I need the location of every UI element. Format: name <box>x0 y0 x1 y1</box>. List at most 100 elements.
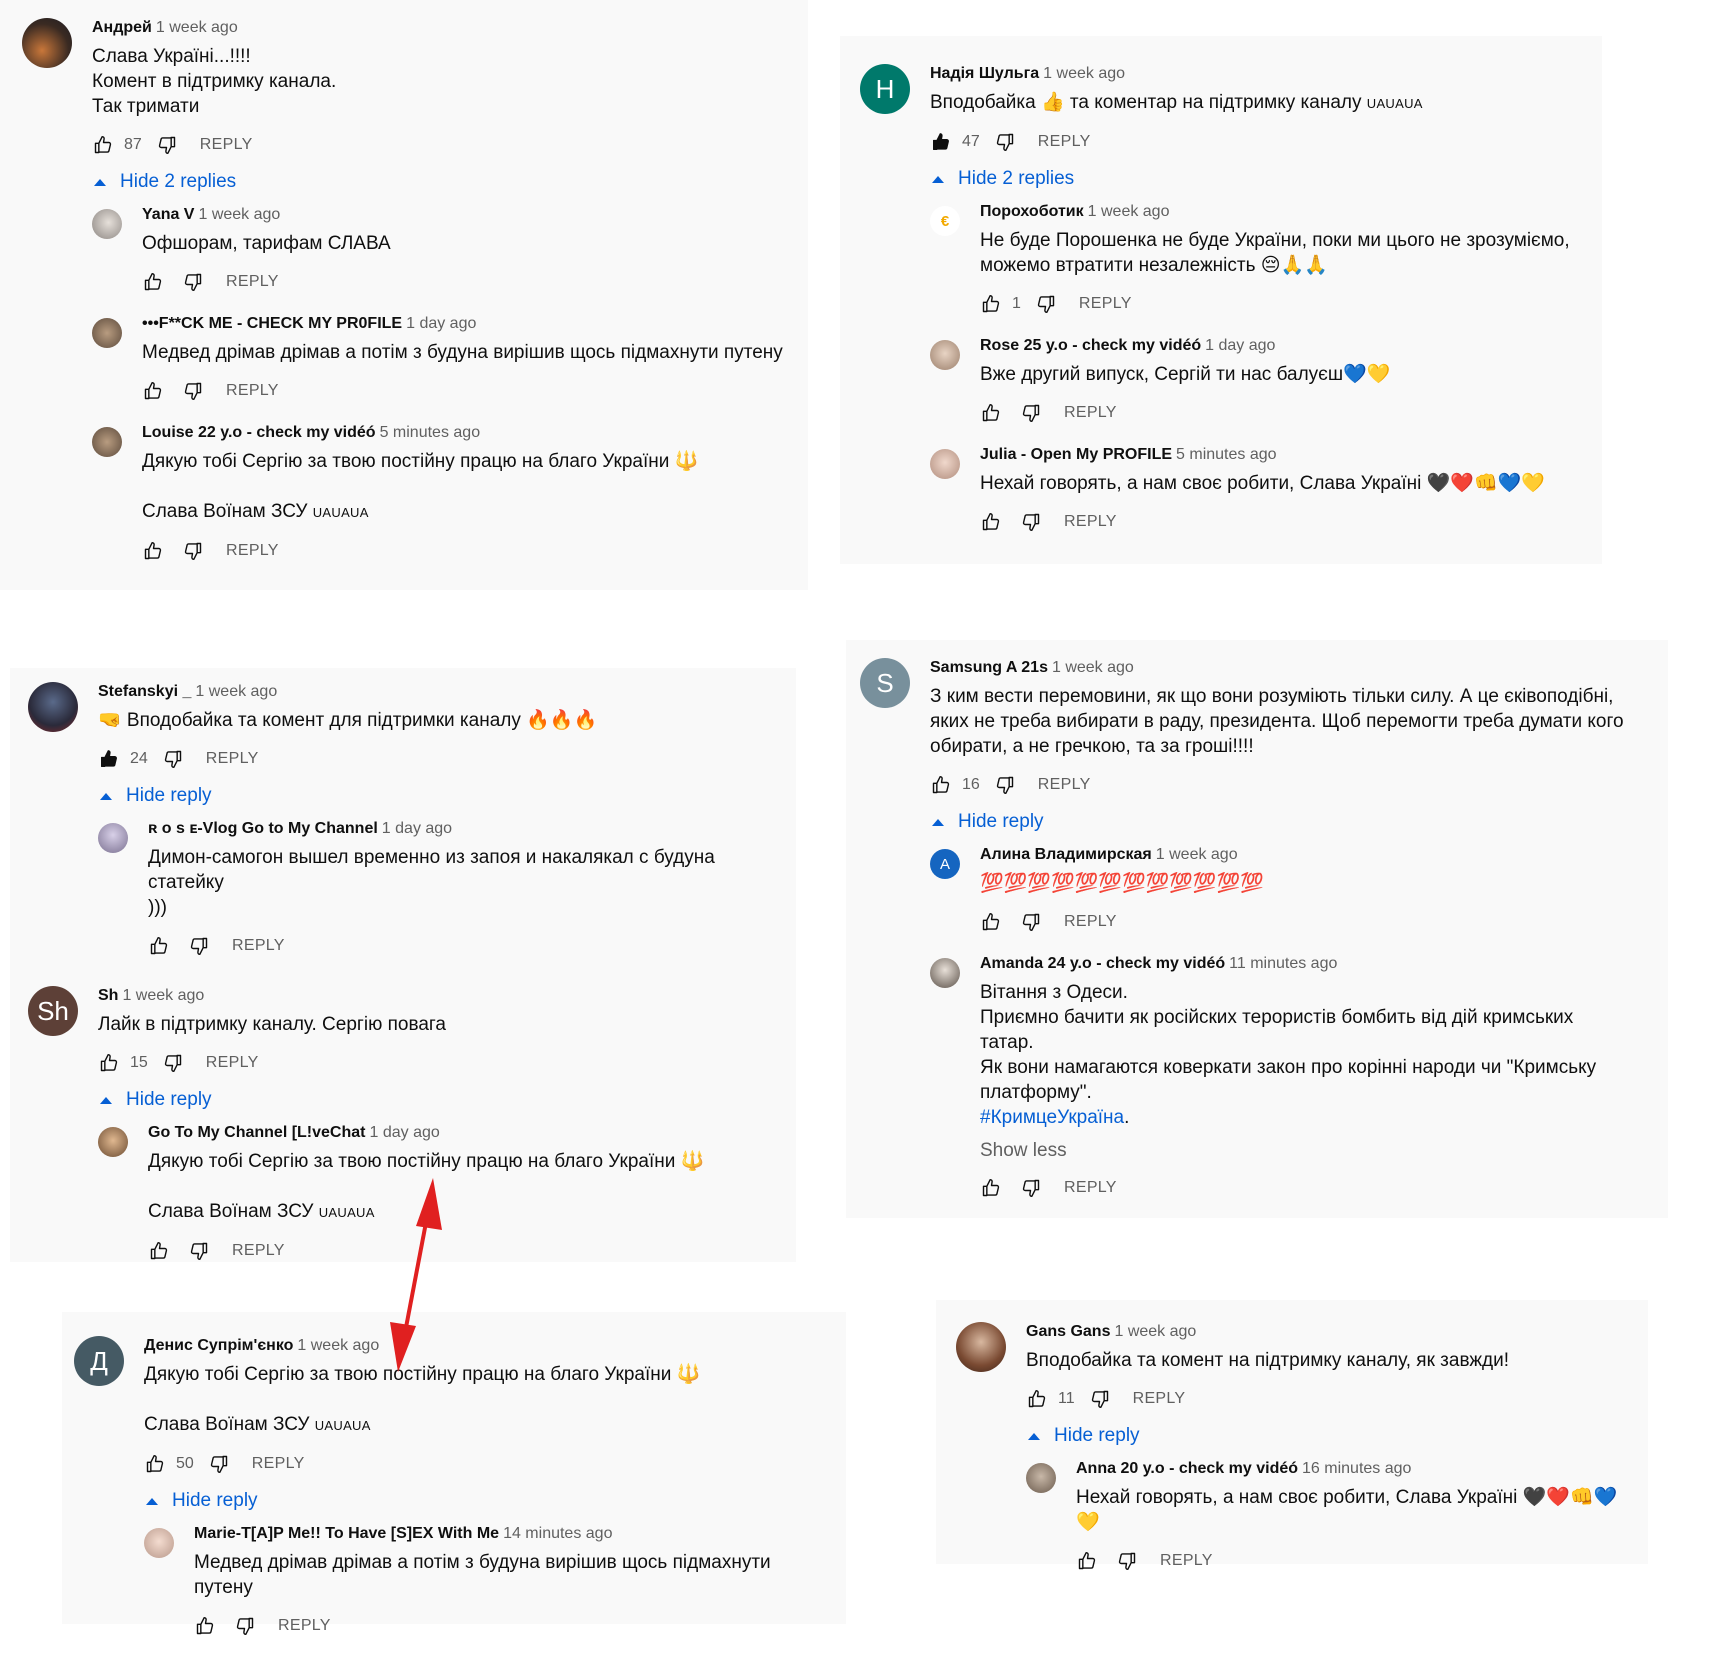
reply-button[interactable]: REPLY <box>278 1617 331 1635</box>
comment-time[interactable]: 1 week ago <box>156 19 238 36</box>
dislike-icon[interactable] <box>1020 402 1042 424</box>
comment-author[interactable]: Надія Шульга <box>930 65 1039 82</box>
comment-time[interactable]: 1 week ago <box>1156 846 1238 863</box>
comment-author[interactable]: Порохоботик <box>980 203 1084 220</box>
comment-time[interactable]: 1 week ago <box>122 987 204 1004</box>
show-less-button[interactable]: Show less <box>980 1140 1648 1162</box>
dislike-icon[interactable] <box>208 1453 230 1475</box>
like-icon[interactable] <box>194 1615 216 1637</box>
hide-replies-toggle[interactable]: Hide reply <box>98 779 776 813</box>
avatar[interactable]: Sh <box>28 986 78 1036</box>
reply-button[interactable]: REPLY <box>226 542 279 560</box>
reply-button[interactable]: REPLY <box>1160 1552 1213 1570</box>
avatar[interactable] <box>98 1127 128 1157</box>
comment-time[interactable]: 1 week ago <box>1043 65 1125 82</box>
like-icon[interactable] <box>1026 1388 1048 1410</box>
reply-button[interactable]: REPLY <box>226 273 279 291</box>
dislike-icon[interactable] <box>162 1052 184 1074</box>
hide-replies-toggle[interactable]: Hide reply <box>144 1484 826 1518</box>
avatar[interactable] <box>144 1528 174 1558</box>
reply-button[interactable]: REPLY <box>200 136 253 154</box>
hide-replies-toggle[interactable]: Hide reply <box>1026 1419 1628 1453</box>
reply-button[interactable]: REPLY <box>1064 913 1117 931</box>
reply-button[interactable]: REPLY <box>206 750 259 768</box>
reply-button[interactable]: REPLY <box>1038 133 1091 151</box>
like-icon[interactable] <box>980 1177 1002 1199</box>
dislike-icon[interactable] <box>1035 293 1057 315</box>
avatar[interactable] <box>92 427 122 457</box>
dislike-icon[interactable] <box>1020 511 1042 533</box>
comment-author[interactable]: Marie-T[A]P Me!! To Have [S]EX With Me <box>194 1525 499 1542</box>
like-icon[interactable] <box>98 1052 120 1074</box>
hide-replies-toggle[interactable]: Hide 2 replies <box>930 162 1582 196</box>
comment-time[interactable]: 1 week ago <box>1088 203 1170 220</box>
comment-author[interactable]: Go To My Channel [L!veChat <box>148 1124 365 1141</box>
comment-author[interactable]: Samsung A 21s <box>930 659 1048 676</box>
hide-replies-toggle[interactable]: Hide 2 replies <box>92 165 788 199</box>
comment-time[interactable]: 1 week ago <box>1052 659 1134 676</box>
comment-author[interactable]: Андрей <box>92 19 152 36</box>
comment-time[interactable]: 1 week ago <box>195 683 277 700</box>
comment-author[interactable]: Yana V <box>142 206 194 223</box>
reply-button[interactable]: REPLY <box>1064 513 1117 531</box>
dislike-icon[interactable] <box>994 774 1016 796</box>
hide-replies-toggle[interactable]: Hide reply <box>98 1083 776 1117</box>
like-icon[interactable] <box>144 1453 166 1475</box>
avatar[interactable] <box>1026 1463 1056 1493</box>
reply-button[interactable]: REPLY <box>1064 404 1117 422</box>
dislike-icon[interactable] <box>162 748 184 770</box>
comment-time[interactable]: 14 minutes ago <box>503 1525 612 1542</box>
like-icon[interactable] <box>980 402 1002 424</box>
avatar[interactable] <box>22 18 72 68</box>
avatar[interactable]: A <box>930 849 960 879</box>
dislike-icon[interactable] <box>182 271 204 293</box>
avatar[interactable] <box>92 209 122 239</box>
avatar[interactable]: H <box>860 64 910 114</box>
reply-button[interactable]: REPLY <box>226 382 279 400</box>
comment-author[interactable]: Sh <box>98 987 118 1004</box>
avatar[interactable] <box>28 682 78 732</box>
comment-time[interactable]: 5 minutes ago <box>380 424 481 441</box>
comment-author[interactable]: Денис Супрім'єнко <box>144 1337 293 1354</box>
comment-time[interactable]: 1 week ago <box>297 1337 379 1354</box>
hashtag-link[interactable]: #КримцеУкраїна <box>980 1107 1124 1128</box>
like-icon[interactable] <box>930 774 952 796</box>
reply-button[interactable]: REPLY <box>252 1455 305 1473</box>
like-icon[interactable] <box>980 293 1002 315</box>
comment-time[interactable]: 1 day ago <box>382 820 452 837</box>
reply-button[interactable]: REPLY <box>1064 1179 1117 1197</box>
hide-replies-toggle[interactable]: Hide reply <box>930 805 1648 839</box>
comment-author[interactable]: Gans Gans <box>1026 1323 1110 1340</box>
comment-author[interactable]: Julia - Open My PROFILE <box>980 446 1172 463</box>
avatar[interactable] <box>98 823 128 853</box>
reply-button[interactable]: REPLY <box>206 1054 259 1072</box>
dislike-icon[interactable] <box>182 540 204 562</box>
comment-author[interactable]: ʀ ᴏ s ᴇ-Vlog Go to My Channel <box>148 820 378 837</box>
comment-author[interactable]: Stefanskyi _ <box>98 683 191 700</box>
comment-author[interactable]: Алина Владимирская <box>980 846 1152 863</box>
reply-button[interactable]: REPLY <box>232 1242 285 1260</box>
dislike-icon[interactable] <box>188 1240 210 1262</box>
dislike-icon[interactable] <box>182 380 204 402</box>
comment-author[interactable]: Louise 22 y.o - check my vidéó <box>142 424 376 441</box>
like-icon[interactable] <box>142 271 164 293</box>
comment-author[interactable]: •••F**CK ME - CHECK MY PR0FILE <box>142 315 402 332</box>
avatar[interactable] <box>930 449 960 479</box>
like-icon[interactable] <box>980 911 1002 933</box>
reply-button[interactable]: REPLY <box>1079 295 1132 313</box>
dislike-icon[interactable] <box>188 935 210 957</box>
comment-time[interactable]: 11 minutes ago <box>1229 955 1337 972</box>
comment-time[interactable]: 5 minutes ago <box>1176 446 1277 463</box>
avatar[interactable]: € <box>930 206 960 236</box>
avatar[interactable] <box>92 318 122 348</box>
comment-author[interactable]: Anna 20 y.o - check my vidéó <box>1076 1460 1298 1477</box>
dislike-icon[interactable] <box>1020 911 1042 933</box>
avatar[interactable]: S <box>860 658 910 708</box>
like-icon[interactable] <box>92 134 114 156</box>
dislike-icon[interactable] <box>234 1615 256 1637</box>
like-icon[interactable] <box>148 935 170 957</box>
dislike-icon[interactable] <box>1116 1550 1138 1572</box>
dislike-icon[interactable] <box>156 134 178 156</box>
comment-time[interactable]: 1 day ago <box>1205 337 1275 354</box>
avatar[interactable] <box>930 340 960 370</box>
